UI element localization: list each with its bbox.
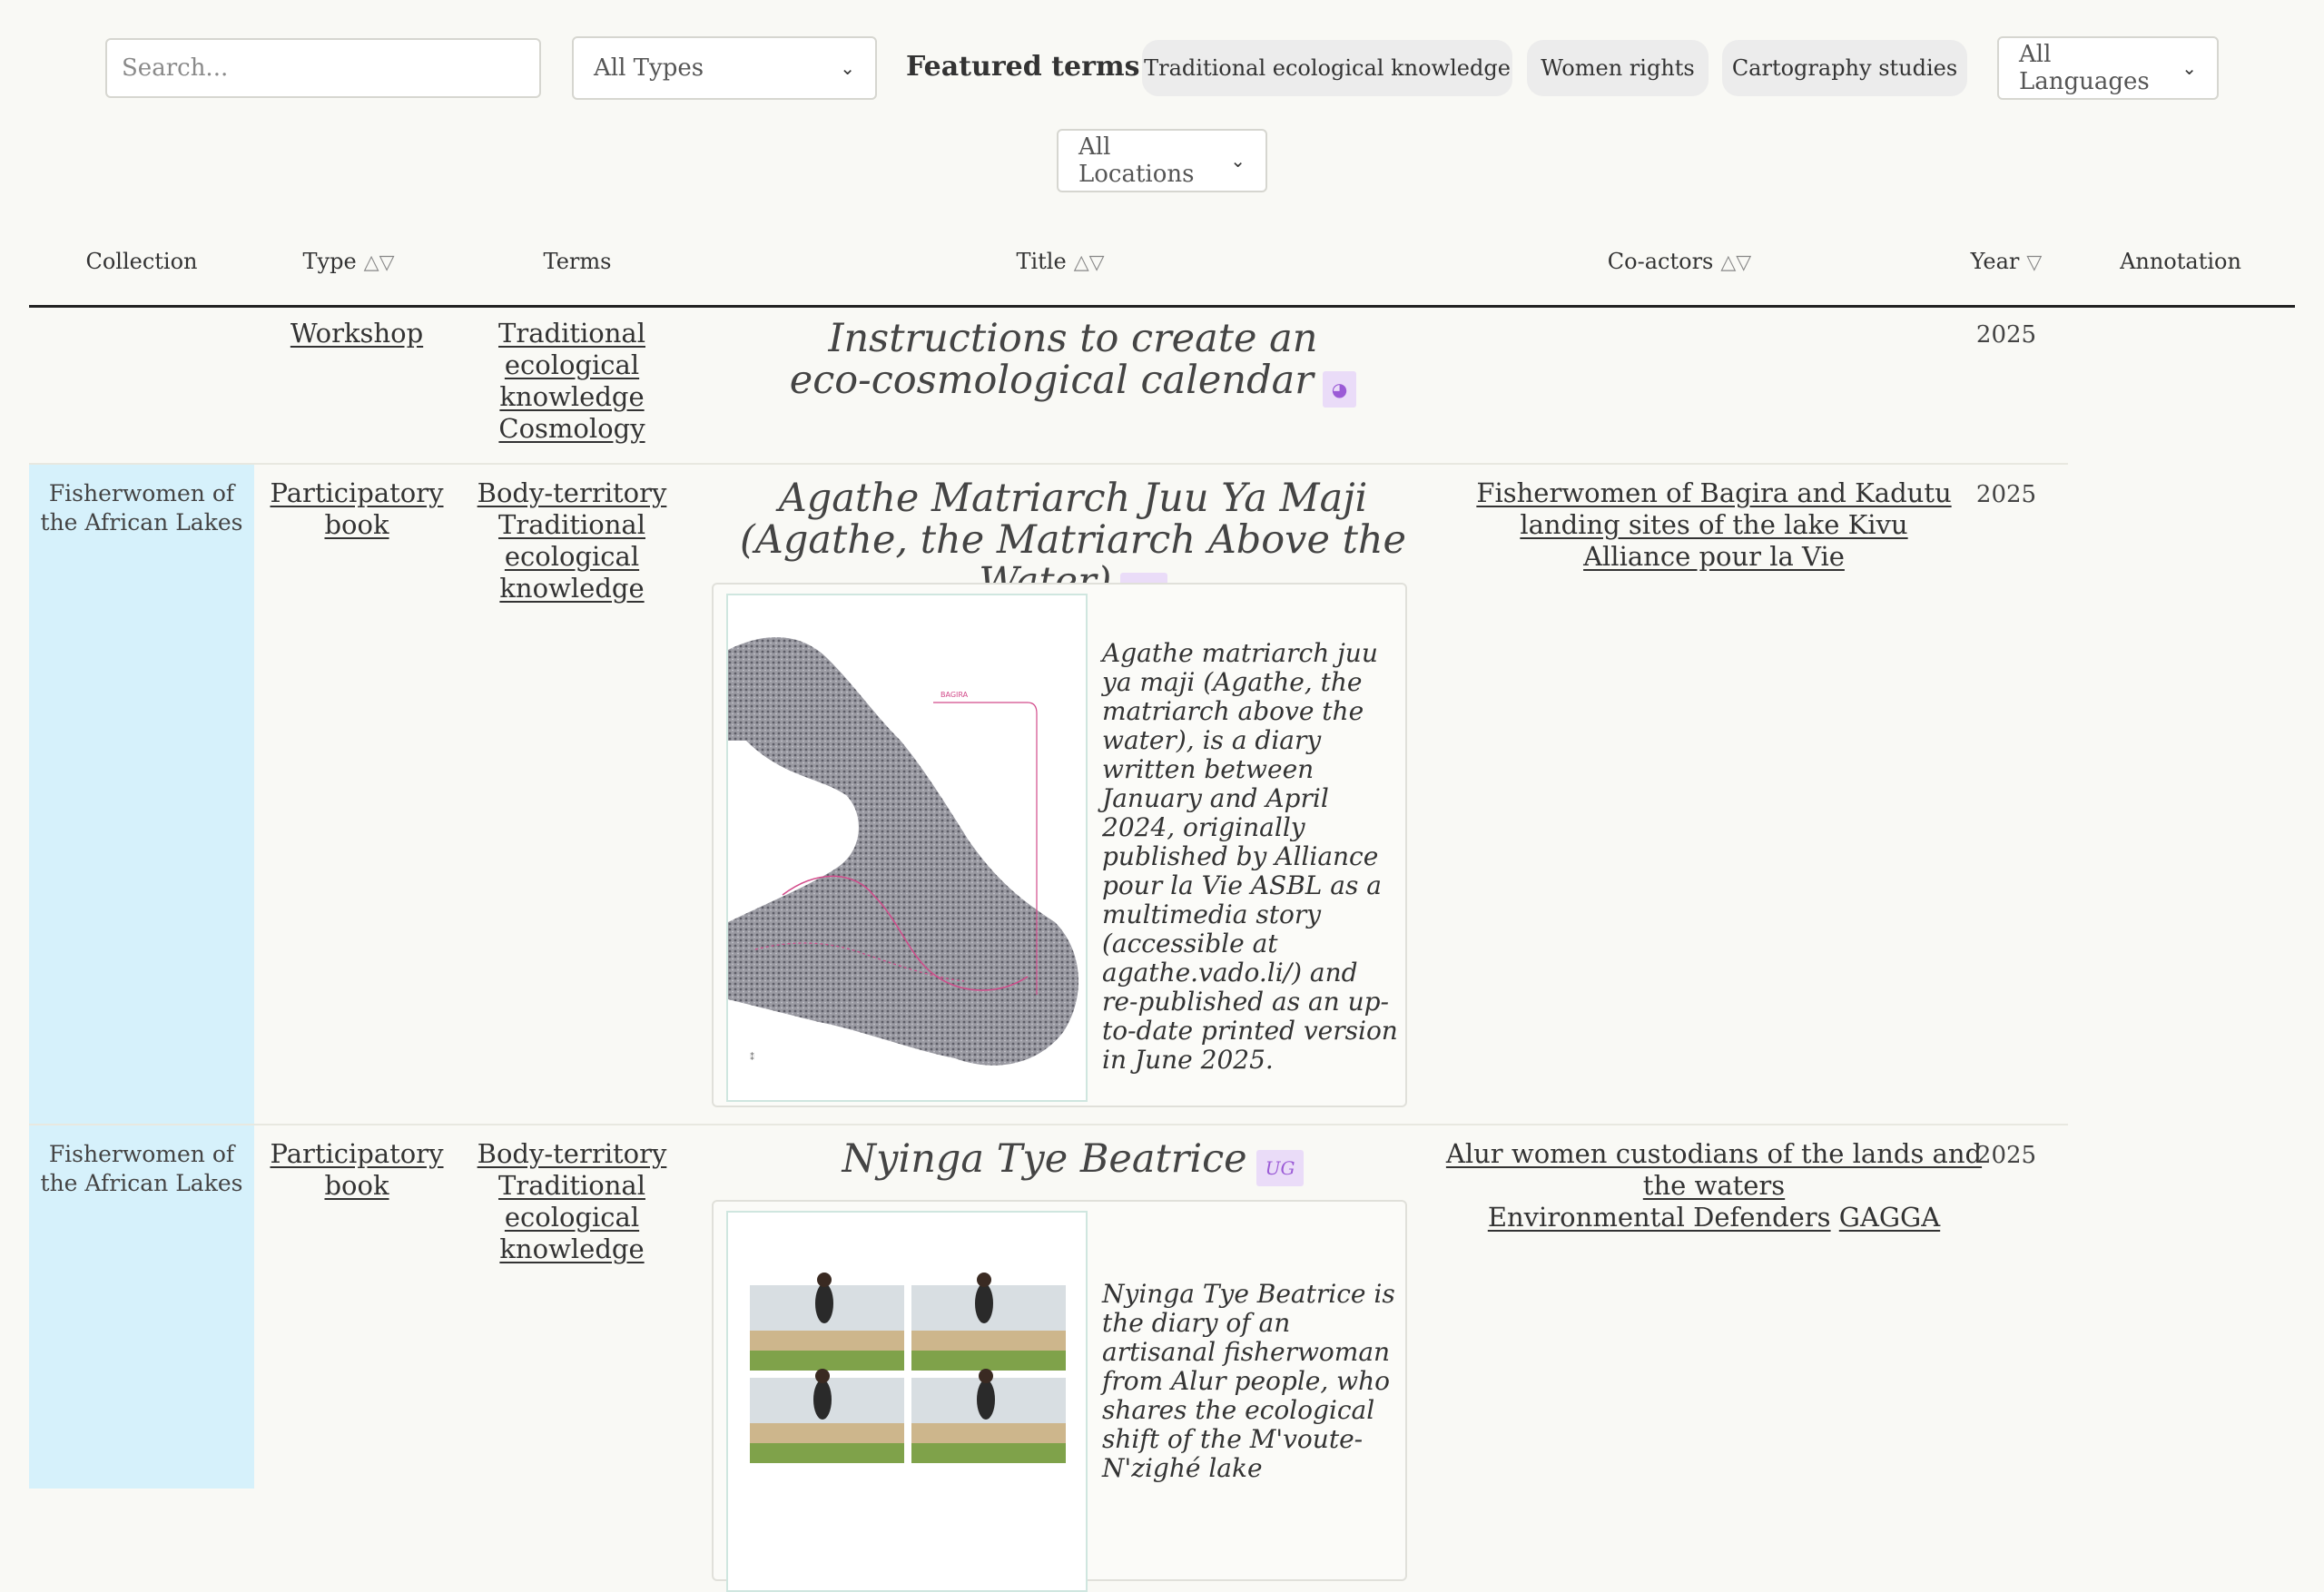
- language-select-value: All Languages: [2019, 41, 2150, 95]
- cover-image[interactable]: [726, 1211, 1088, 1592]
- table-row: Fisherwomen of the African Lakes Partici…: [29, 1125, 2068, 1592]
- location-select[interactable]: All Locations ⌄: [1057, 129, 1267, 192]
- header-collection-label: Collection: [85, 249, 198, 274]
- header-year[interactable]: Year ▽: [1971, 249, 2043, 274]
- chevron-down-icon: ⌄: [2181, 57, 2197, 79]
- map-illustration: BAGIRA ⁑: [728, 637, 1079, 1066]
- map-label: BAGIRA: [940, 691, 969, 699]
- sort-both-icon[interactable]: △▽: [1720, 251, 1751, 274]
- photo-tile: [911, 1273, 1066, 1371]
- sort-down-icon[interactable]: ▽: [2026, 251, 2042, 274]
- header-terms: Terms: [544, 249, 612, 274]
- type-select[interactable]: All Types ⌄: [572, 36, 877, 100]
- type-link[interactable]: Workshop: [290, 318, 423, 349]
- featured-term-chip[interactable]: Women rights: [1527, 40, 1709, 96]
- sort-both-icon[interactable]: △▽: [364, 251, 395, 274]
- coactor-link[interactable]: Environmental Defenders: [1488, 1202, 1831, 1233]
- header-terms-label: Terms: [543, 249, 612, 274]
- item-title[interactable]: Nyinga Tye Beatrice: [842, 1136, 1247, 1182]
- title-cell: Nyinga Tye Beatrice UG Nyinga Tye Beatri…: [701, 1125, 1445, 1592]
- year-cell: 2025: [1975, 1142, 2037, 1169]
- item-card: Nyinga Tye Beatrice is the diary of an a…: [712, 1200, 1407, 1592]
- term-link[interactable]: Body-territory: [478, 477, 667, 508]
- table-row: Workshop Traditional ecological knowledg…: [29, 305, 2068, 465]
- language-select[interactable]: All Languages ⌄: [1997, 36, 2219, 100]
- search-input[interactable]: [105, 38, 541, 98]
- globe-icon: ◕: [1322, 370, 1357, 408]
- table-header: Collection Type △▽ Terms Title △▽ Co-actor…: [29, 234, 2295, 308]
- coactors-cell: Fisherwomen of Bagira and Kadutu landing…: [1445, 465, 1983, 573]
- term-link[interactable]: Cosmology: [498, 413, 645, 444]
- filter-bar: All Types ⌄ Featured terms: Traditional …: [0, 0, 2324, 209]
- header-title[interactable]: Title △▽: [1016, 249, 1104, 274]
- cover-image[interactable]: BAGIRA ⁑: [726, 594, 1088, 1102]
- term-link[interactable]: Traditional ecological knowledge: [498, 1170, 645, 1264]
- header-collection: Collection: [85, 249, 197, 274]
- year-cell: 2025: [1975, 321, 2037, 349]
- photo-tile: [750, 1273, 904, 1371]
- coactors-cell: Alur women custodians of the lands and t…: [1445, 1125, 1983, 1233]
- item-title[interactable]: Instructions to create an eco-cosmologic…: [790, 316, 1318, 403]
- year-cell: 2025: [1975, 481, 2037, 508]
- type-link[interactable]: Participatory book: [270, 477, 443, 540]
- featured-term-chip[interactable]: Cartography studies: [1722, 40, 1967, 96]
- featured-term-chip[interactable]: Traditional ecological knowledge: [1142, 40, 1512, 96]
- terms-cell: Body-territory Traditional ecological kn…: [465, 465, 679, 604]
- item-card: BAGIRA ⁑ Agathe matriarch juu ya maji (A…: [712, 583, 1407, 1107]
- collection-cell: Fisherwomen of the African Lakes: [29, 465, 254, 1124]
- type-select-value: All Types: [594, 54, 704, 82]
- title-cell: Agathe Matriarch Juu Ya Maji (Agathe, th…: [701, 465, 1445, 1107]
- coactor-link[interactable]: Fisherwomen of Bagira and Kadutu landing…: [1476, 477, 1951, 540]
- featured-terms-label: Featured terms:: [906, 51, 1150, 83]
- term-link[interactable]: Traditional ecological knowledge: [498, 509, 645, 604]
- type-cell: Participatory book: [254, 1125, 459, 1202]
- header-coactors[interactable]: Co-actors △▽: [1608, 249, 1751, 274]
- title-cell: Instructions to create an eco-cosmologic…: [701, 305, 1445, 408]
- photo-tile: [911, 1369, 1066, 1463]
- header-title-label: Title: [1016, 249, 1067, 274]
- type-link[interactable]: Participatory book: [270, 1138, 443, 1201]
- terms-cell: Traditional ecological knowledge Cosmolo…: [465, 305, 679, 445]
- type-cell: Workshop: [254, 305, 459, 349]
- term-link[interactable]: Traditional ecological knowledge: [498, 318, 645, 412]
- type-cell: Participatory book: [254, 465, 459, 541]
- item-description: Nyinga Tye Beatrice is the diary of an a…: [1102, 1279, 1395, 1483]
- header-coactors-label: Co-actors: [1607, 249, 1714, 274]
- country-badge: UG: [1256, 1149, 1305, 1186]
- coactor-link[interactable]: Alliance pour la Vie: [1583, 541, 1845, 572]
- terms-cell: Body-territory Traditional ecological kn…: [465, 1125, 679, 1265]
- photo-grid-illustration: [750, 1273, 1066, 1463]
- collection-cell: [29, 305, 254, 463]
- chevron-down-icon: ⌄: [840, 57, 855, 79]
- header-annotation-label: Annotation: [2120, 249, 2241, 274]
- svg-text:⁑: ⁑: [750, 1051, 754, 1063]
- collection-cell: Fisherwomen of the African Lakes: [29, 1125, 254, 1489]
- header-type-label: Type: [302, 249, 357, 274]
- chevron-down-icon: ⌄: [1230, 150, 1246, 172]
- header-year-label: Year: [1970, 249, 2020, 274]
- photo-tile: [750, 1369, 904, 1463]
- location-select-value: All Locations: [1078, 133, 1195, 188]
- coactor-link[interactable]: Alur women custodians of the lands and t…: [1446, 1138, 1982, 1201]
- term-link[interactable]: Body-territory: [478, 1138, 667, 1169]
- header-type[interactable]: Type △▽: [303, 249, 395, 274]
- table-row: Fisherwomen of the African Lakes Partici…: [29, 465, 2068, 1125]
- coactor-link[interactable]: GAGGA: [1839, 1202, 1940, 1233]
- sort-both-icon[interactable]: △▽: [1074, 251, 1105, 274]
- item-description: Agathe matriarch juu ya maji (Agathe, th…: [1102, 638, 1398, 1075]
- header-annotation: Annotation: [2120, 249, 2241, 274]
